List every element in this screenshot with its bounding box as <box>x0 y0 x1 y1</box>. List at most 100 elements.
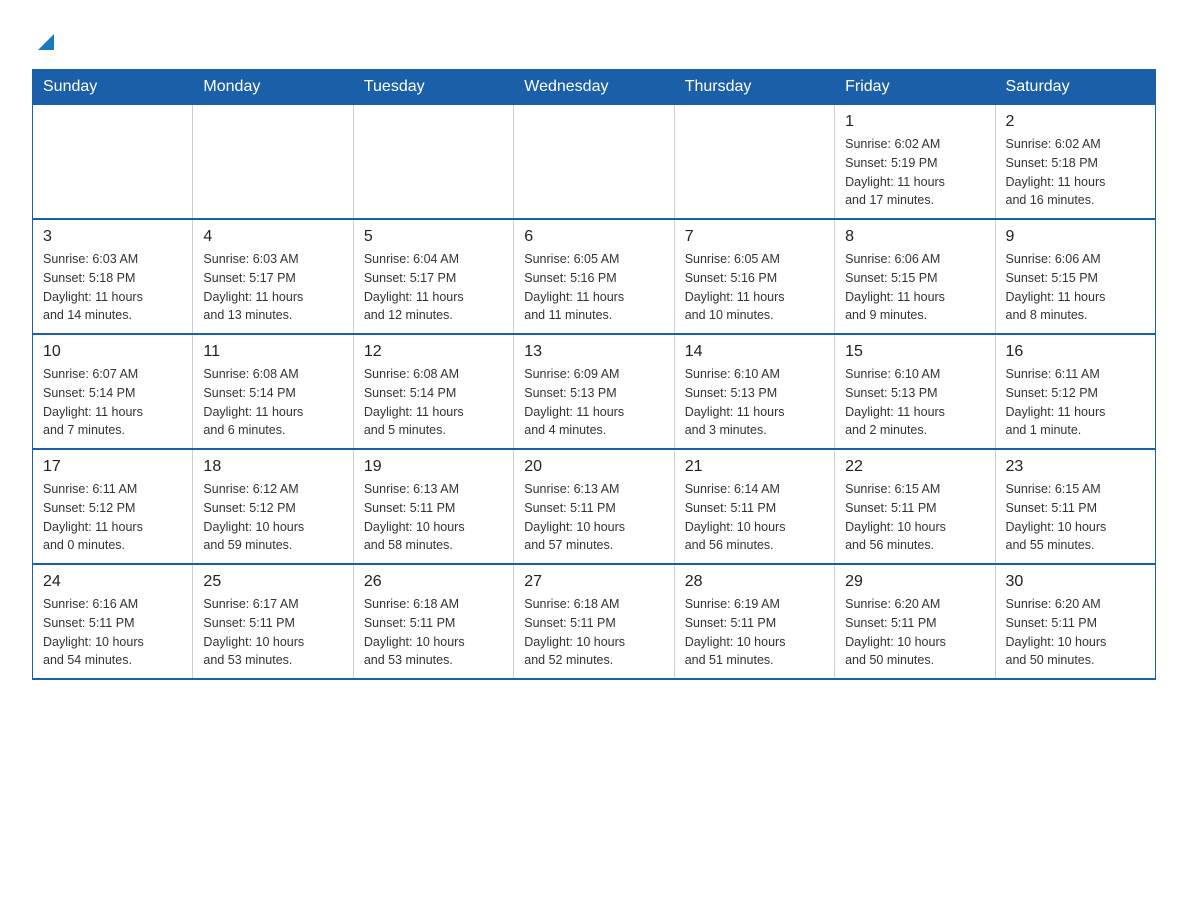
calendar-week-row: 10 Sunrise: 6:07 AMSunset: 5:14 PMDayligh… <box>33 334 1156 449</box>
day-number: 6 <box>524 228 663 246</box>
day-number: 22 <box>845 458 984 476</box>
day-number: 11 <box>203 343 342 361</box>
day-number: 25 <box>203 573 342 591</box>
calendar-week-row: 1 Sunrise: 6:02 AMSunset: 5:19 PMDaylight… <box>33 105 1156 220</box>
calendar-cell: 22 Sunrise: 6:15 AMSunset: 5:11 PMDayligh… <box>835 449 995 564</box>
day-info: Sunrise: 6:10 AMSunset: 5:13 PMDaylight:… <box>685 365 824 440</box>
calendar-week-row: 3 Sunrise: 6:03 AMSunset: 5:18 PMDaylight… <box>33 219 1156 334</box>
day-number: 21 <box>685 458 824 476</box>
day-info: Sunrise: 6:02 AMSunset: 5:18 PMDaylight:… <box>1006 135 1145 210</box>
calendar-cell: 30Sunrise: 6:20 AMSunset: 5:11 PMDayligh… <box>995 564 1155 679</box>
calendar-cell: 27 Sunrise: 6:18 AMSunset: 5:11 PMDayligh… <box>514 564 674 679</box>
calendar-cell: 21Sunrise: 6:14 AMSunset: 5:11 PMDayligh… <box>674 449 834 564</box>
day-info: Sunrise: 6:08 AMSunset: 5:14 PMDaylight:… <box>203 365 342 440</box>
calendar-cell: 28Sunrise: 6:19 AMSunset: 5:11 PMDayligh… <box>674 564 834 679</box>
day-number: 12 <box>364 343 503 361</box>
page-header <box>32 24 1156 57</box>
day-number: 10 <box>43 343 182 361</box>
calendar-cell: 29 Sunrise: 6:20 AMSunset: 5:11 PMDayligh… <box>835 564 995 679</box>
day-number: 3 <box>43 228 182 246</box>
calendar-cell: 3 Sunrise: 6:03 AMSunset: 5:18 PMDaylight… <box>33 219 193 334</box>
day-info: Sunrise: 6:03 AMSunset: 5:18 PMDaylight:… <box>43 250 182 325</box>
day-info: Sunrise: 6:19 AMSunset: 5:11 PMDaylight:… <box>685 595 824 670</box>
day-number: 1 <box>845 113 984 131</box>
calendar-cell <box>514 105 674 220</box>
day-number: 20 <box>524 458 663 476</box>
day-number: 26 <box>364 573 503 591</box>
weekday-header-sunday: Sunday <box>33 70 193 105</box>
calendar-cell: 6 Sunrise: 6:05 AMSunset: 5:16 PMDaylight… <box>514 219 674 334</box>
day-info: Sunrise: 6:20 AMSunset: 5:11 PMDaylight:… <box>845 595 984 670</box>
calendar-cell: 9 Sunrise: 6:06 AMSunset: 5:15 PMDaylight… <box>995 219 1155 334</box>
day-number: 5 <box>364 228 503 246</box>
calendar-cell: 1 Sunrise: 6:02 AMSunset: 5:19 PMDaylight… <box>835 105 995 220</box>
day-number: 19 <box>364 458 503 476</box>
day-number: 7 <box>685 228 824 246</box>
calendar-cell: 19 Sunrise: 6:13 AMSunset: 5:11 PMDayligh… <box>353 449 513 564</box>
day-info: Sunrise: 6:05 AMSunset: 5:16 PMDaylight:… <box>685 250 824 325</box>
day-number: 8 <box>845 228 984 246</box>
day-info: Sunrise: 6:18 AMSunset: 5:11 PMDaylight:… <box>524 595 663 670</box>
day-number: 16 <box>1006 343 1145 361</box>
calendar-cell: 25 Sunrise: 6:17 AMSunset: 5:11 PMDayligh… <box>193 564 353 679</box>
calendar-cell: 17 Sunrise: 6:11 AMSunset: 5:12 PMDayligh… <box>33 449 193 564</box>
calendar-cell: 26Sunrise: 6:18 AMSunset: 5:11 PMDayligh… <box>353 564 513 679</box>
day-info: Sunrise: 6:04 AMSunset: 5:17 PMDaylight:… <box>364 250 503 325</box>
day-info: Sunrise: 6:03 AMSunset: 5:17 PMDaylight:… <box>203 250 342 325</box>
day-number: 29 <box>845 573 984 591</box>
calendar-cell: 13Sunrise: 6:09 AMSunset: 5:13 PMDayligh… <box>514 334 674 449</box>
logo <box>32 24 56 57</box>
calendar-cell <box>33 105 193 220</box>
day-info: Sunrise: 6:20 AMSunset: 5:11 PMDaylight:… <box>1006 595 1145 670</box>
day-info: Sunrise: 6:12 AMSunset: 5:12 PMDaylight:… <box>203 480 342 555</box>
weekday-header-row: SundayMondayTuesdayWednesdayThursdayFrid… <box>33 70 1156 105</box>
day-info: Sunrise: 6:10 AMSunset: 5:13 PMDaylight:… <box>845 365 984 440</box>
calendar-cell: 18 Sunrise: 6:12 AMSunset: 5:12 PMDayligh… <box>193 449 353 564</box>
day-number: 23 <box>1006 458 1145 476</box>
day-info: Sunrise: 6:07 AMSunset: 5:14 PMDaylight:… <box>43 365 182 440</box>
day-info: Sunrise: 6:15 AMSunset: 5:11 PMDaylight:… <box>1006 480 1145 555</box>
calendar-cell: 20Sunrise: 6:13 AMSunset: 5:11 PMDayligh… <box>514 449 674 564</box>
calendar-cell <box>353 105 513 220</box>
weekday-header-thursday: Thursday <box>674 70 834 105</box>
day-info: Sunrise: 6:17 AMSunset: 5:11 PMDaylight:… <box>203 595 342 670</box>
day-info: Sunrise: 6:05 AMSunset: 5:16 PMDaylight:… <box>524 250 663 325</box>
day-number: 13 <box>524 343 663 361</box>
day-info: Sunrise: 6:11 AMSunset: 5:12 PMDaylight:… <box>43 480 182 555</box>
calendar-cell: 5 Sunrise: 6:04 AMSunset: 5:17 PMDaylight… <box>353 219 513 334</box>
calendar-week-row: 24 Sunrise: 6:16 AMSunset: 5:11 PMDayligh… <box>33 564 1156 679</box>
calendar-cell: 4 Sunrise: 6:03 AMSunset: 5:17 PMDaylight… <box>193 219 353 334</box>
weekday-header-tuesday: Tuesday <box>353 70 513 105</box>
calendar-cell: 12Sunrise: 6:08 AMSunset: 5:14 PMDayligh… <box>353 334 513 449</box>
day-number: 4 <box>203 228 342 246</box>
day-number: 9 <box>1006 228 1145 246</box>
calendar-cell: 16 Sunrise: 6:11 AMSunset: 5:12 PMDayligh… <box>995 334 1155 449</box>
day-number: 24 <box>43 573 182 591</box>
day-info: Sunrise: 6:15 AMSunset: 5:11 PMDaylight:… <box>845 480 984 555</box>
day-number: 17 <box>43 458 182 476</box>
day-number: 18 <box>203 458 342 476</box>
calendar-table: SundayMondayTuesdayWednesdayThursdayFrid… <box>32 69 1156 680</box>
day-info: Sunrise: 6:11 AMSunset: 5:12 PMDaylight:… <box>1006 365 1145 440</box>
calendar-cell: 7 Sunrise: 6:05 AMSunset: 5:16 PMDaylight… <box>674 219 834 334</box>
weekday-header-saturday: Saturday <box>995 70 1155 105</box>
calendar-cell: 8Sunrise: 6:06 AMSunset: 5:15 PMDaylight… <box>835 219 995 334</box>
calendar-week-row: 17 Sunrise: 6:11 AMSunset: 5:12 PMDayligh… <box>33 449 1156 564</box>
calendar-cell: 24 Sunrise: 6:16 AMSunset: 5:11 PMDayligh… <box>33 564 193 679</box>
day-info: Sunrise: 6:16 AMSunset: 5:11 PMDaylight:… <box>43 595 182 670</box>
logo-triangle-icon <box>36 32 56 52</box>
calendar-cell: 23 Sunrise: 6:15 AMSunset: 5:11 PMDayligh… <box>995 449 1155 564</box>
weekday-header-wednesday: Wednesday <box>514 70 674 105</box>
day-info: Sunrise: 6:02 AMSunset: 5:19 PMDaylight:… <box>845 135 984 210</box>
day-number: 14 <box>685 343 824 361</box>
day-info: Sunrise: 6:06 AMSunset: 5:15 PMDaylight:… <box>1006 250 1145 325</box>
weekday-header-monday: Monday <box>193 70 353 105</box>
day-number: 27 <box>524 573 663 591</box>
calendar-cell: 14 Sunrise: 6:10 AMSunset: 5:13 PMDayligh… <box>674 334 834 449</box>
weekday-header-friday: Friday <box>835 70 995 105</box>
day-info: Sunrise: 6:13 AMSunset: 5:11 PMDaylight:… <box>364 480 503 555</box>
calendar-cell: 15 Sunrise: 6:10 AMSunset: 5:13 PMDayligh… <box>835 334 995 449</box>
calendar-cell <box>193 105 353 220</box>
day-number: 15 <box>845 343 984 361</box>
calendar-cell: 2Sunrise: 6:02 AMSunset: 5:18 PMDaylight… <box>995 105 1155 220</box>
